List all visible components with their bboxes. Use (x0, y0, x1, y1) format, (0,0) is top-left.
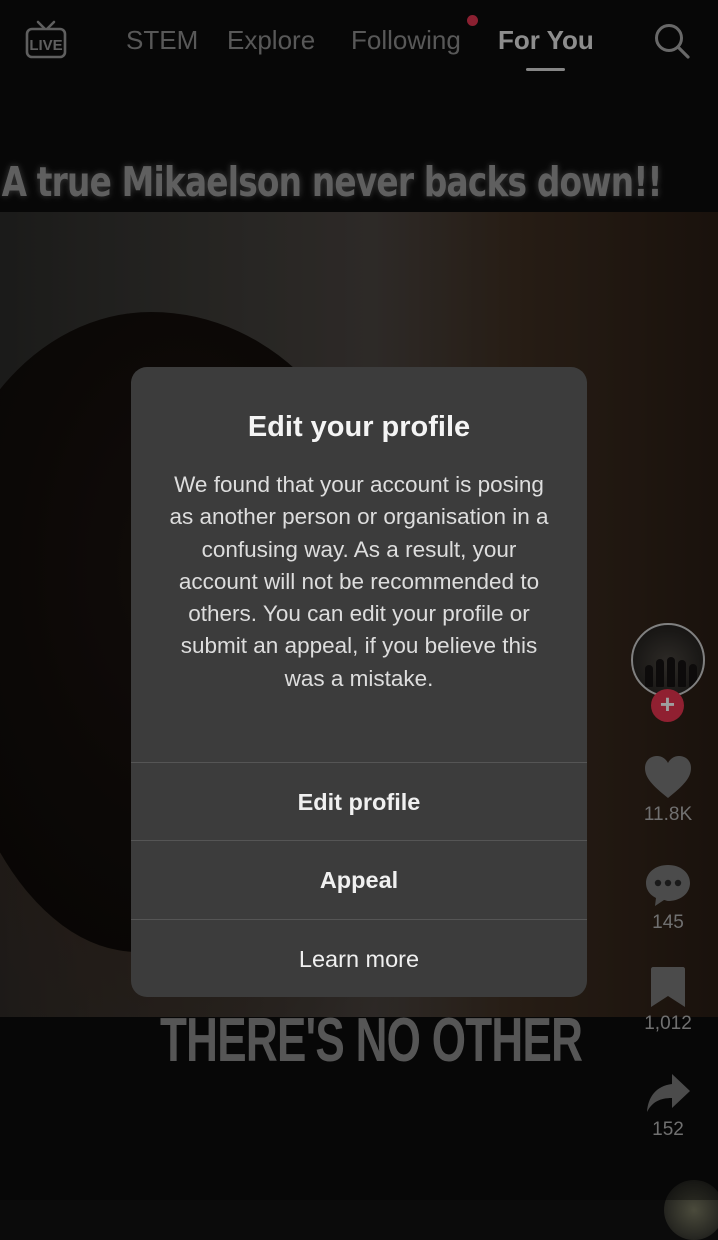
appeal-button[interactable]: Appeal (131, 840, 587, 918)
edit-profile-button[interactable]: Edit profile (131, 762, 587, 840)
dialog-title: Edit your profile (247, 411, 471, 443)
dialog-message: We found that your account is posing as … (169, 472, 549, 691)
edit-profile-dialog: Edit your profile We found that your acc… (131, 367, 587, 997)
learn-more-button[interactable]: Learn more (131, 919, 587, 997)
